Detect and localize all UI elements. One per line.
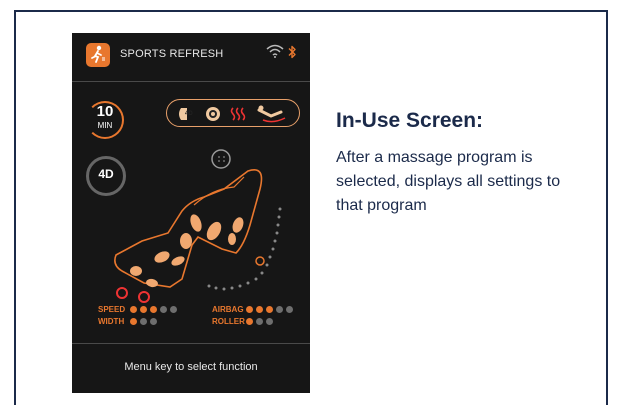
airbag-level-dot <box>266 306 273 313</box>
sports-figure-icon <box>86 43 110 67</box>
status-divider <box>72 81 310 82</box>
foot-roller-right <box>138 291 150 303</box>
width-level-dot <box>130 318 137 325</box>
speed-level-dot <box>160 306 167 313</box>
section-heading: In-Use Screen: <box>336 109 484 132</box>
heat-icon <box>230 107 246 121</box>
track-dots <box>207 207 282 291</box>
device-screen: SPORTS REFRESH 10 MIN 4D 4D SPEED WIDTH … <box>72 33 310 393</box>
footer-divider <box>72 343 310 344</box>
roller-level-dot <box>256 318 263 325</box>
svg-text:4D: 4D <box>185 111 193 117</box>
airbag-level-dot <box>276 306 283 313</box>
airbag-level-dot <box>246 306 253 313</box>
speed-level-dot <box>150 306 157 313</box>
timer-value: 10 <box>96 103 114 120</box>
footer-hint: Menu key to select function <box>124 361 258 373</box>
foot-roller-icon <box>206 107 220 121</box>
program-title: SPORTS REFRESH <box>120 48 224 60</box>
speed-level-dot <box>140 306 147 313</box>
feature-indicators: 4D <box>166 99 300 127</box>
roller-level-dot <box>266 318 273 325</box>
speed-level-dot <box>170 306 177 313</box>
foot-roller-left <box>116 287 128 299</box>
zero-gravity-icon <box>257 105 286 123</box>
bluetooth-icon <box>288 45 296 59</box>
width-level-dot <box>140 318 147 325</box>
timer-unit: MIN <box>97 121 113 130</box>
feature-icons: 4D <box>179 105 286 123</box>
airbag-level-dot <box>256 306 263 313</box>
massage-chair-icon <box>114 149 282 303</box>
airbag-level-dot <box>286 306 293 313</box>
speed-label: SPEED <box>98 305 126 314</box>
airbag-label: AIRBAG <box>212 305 244 314</box>
width-level-dot <box>150 318 157 325</box>
wifi-icon <box>266 44 284 58</box>
roller-label: ROLLER <box>212 317 245 326</box>
roller-level-dot <box>246 318 253 325</box>
section-description: After a massage program is selected, dis… <box>336 149 561 214</box>
width-label: WIDTH <box>98 317 125 326</box>
head-sensor-icon <box>211 149 231 169</box>
speed-level-dot <box>130 306 137 313</box>
4d-roller-icon: 4D <box>179 108 193 120</box>
status-bar: SPORTS REFRESH <box>72 33 310 78</box>
